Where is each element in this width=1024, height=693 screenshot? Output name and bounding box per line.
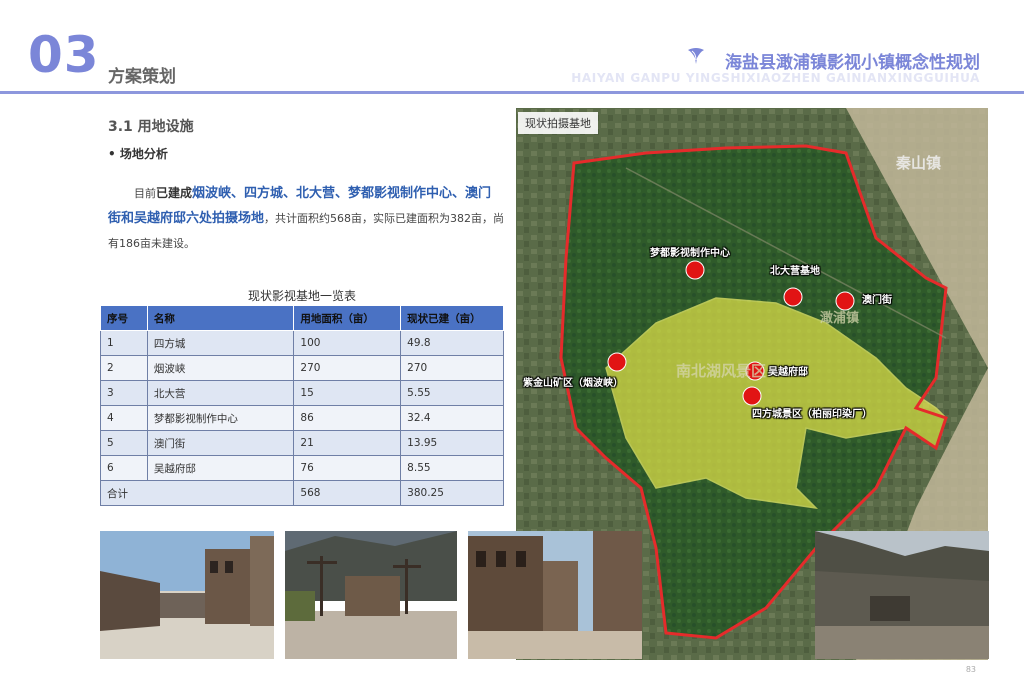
cell: 烟波峡 (146, 355, 295, 381)
analysis-paragraph: 目前已建成烟波峡、四方城、北大营、梦都影视制作中心、澳门街和吴越府邸六处拍摄场地… (108, 181, 504, 256)
table-header-row: 序号 名称 用地面积（亩） 现状已建（亩） (100, 305, 504, 331)
cell: 76 (293, 455, 402, 481)
cell: 澳门街 (146, 430, 295, 456)
cell: 四方城 (146, 330, 295, 356)
cell: 100 (293, 330, 402, 356)
western-town-photo (285, 531, 457, 659)
table-row: 4 梦都影视制作中心 86 32.4 (100, 405, 504, 431)
header-cell: 序号 (100, 305, 148, 331)
western-street-photo (100, 531, 274, 659)
cell: 6 (100, 455, 148, 481)
base-table: 序号 名称 用地面积（亩） 现状已建（亩） 1 四方城 100 49.8 2 烟波峡 27… (99, 305, 504, 506)
cell: 4 (100, 405, 148, 431)
leaf-logo-icon (688, 48, 704, 64)
cell: 13.95 (400, 430, 504, 456)
header-cell: 名称 (146, 305, 295, 331)
table-row: 1 四方城 100 49.8 (100, 330, 504, 356)
scenic-area-label: 南北湖风景区 (676, 362, 767, 380)
cell: 1 (100, 330, 148, 356)
table-row: 3 北大营 15 5.55 (100, 380, 504, 406)
table-total-row: 合计 568 380.25 (99, 480, 504, 506)
header-cell: 现状已建（亩） (400, 305, 504, 331)
label-zijinshan: 紫金山矿区（烟波峡） (523, 378, 623, 389)
table-row: 6 吴越府邸 76 8.55 (100, 455, 504, 481)
ganpu-label: 澉浦镇 (820, 311, 860, 326)
bullet-heading: • 场地分析 (108, 147, 168, 161)
marker-beidaying (783, 287, 803, 307)
project-subtitle: HAIYAN GANPU YINGSHIXIAOZHEN GAINIANXING… (571, 71, 980, 85)
quarry-photo (815, 531, 989, 659)
section-title: 方案策划 (108, 67, 176, 87)
project-title: 海盐县澉浦镇影视小镇概念性规划 (725, 53, 980, 73)
marker-zijinshan (607, 352, 627, 372)
western-buildings-photo (468, 531, 642, 659)
cell: 北大营 (146, 380, 295, 406)
label-beidaying: 北大营基地 (770, 266, 820, 277)
cell: 2 (100, 355, 148, 381)
cell: 270 (400, 355, 504, 381)
subheading: 3.1 用地设施 (108, 119, 194, 135)
cell: 8.55 (400, 455, 504, 481)
marker-mengdu (685, 260, 705, 280)
cell: 梦都影视制作中心 (146, 405, 295, 431)
cell: 270 (293, 355, 402, 381)
header-cell: 用地面积（亩） (293, 305, 402, 331)
cell: 5 (100, 430, 148, 456)
total-label: 合计 (99, 480, 295, 506)
label-aomenjie: 澳门街 (862, 295, 892, 306)
para-bold: 已建成 (156, 186, 193, 200)
marker-sifang (742, 386, 762, 406)
cell: 21 (293, 430, 402, 456)
map-tag: 现状拍摄基地 (518, 112, 598, 134)
town-label: 秦山镇 (896, 154, 942, 172)
label-wuyue: 吴越府邸 (768, 367, 808, 378)
cell: 5.55 (400, 380, 504, 406)
cell: 吴越府邸 (146, 455, 295, 481)
cell: 15 (293, 380, 402, 406)
cell: 32.4 (400, 405, 504, 431)
section-number: 03 (28, 26, 100, 84)
label-mengdu: 梦都影视制作中心 (650, 248, 730, 259)
total-built: 380.25 (400, 480, 504, 506)
cell: 86 (293, 405, 402, 431)
page-number: 83 (965, 665, 976, 674)
table-row: 5 澳门街 21 13.95 (100, 430, 504, 456)
header-divider (0, 91, 1024, 94)
para-lead: 目前 (134, 187, 156, 200)
cell: 49.8 (400, 330, 504, 356)
cell: 3 (100, 380, 148, 406)
label-sifang: 四方城景区（柏丽印染厂） (752, 409, 872, 420)
total-area: 568 (293, 480, 402, 506)
table-row: 2 烟波峡 270 270 (100, 355, 504, 381)
table-title: 现状影视基地一览表 (247, 289, 356, 303)
